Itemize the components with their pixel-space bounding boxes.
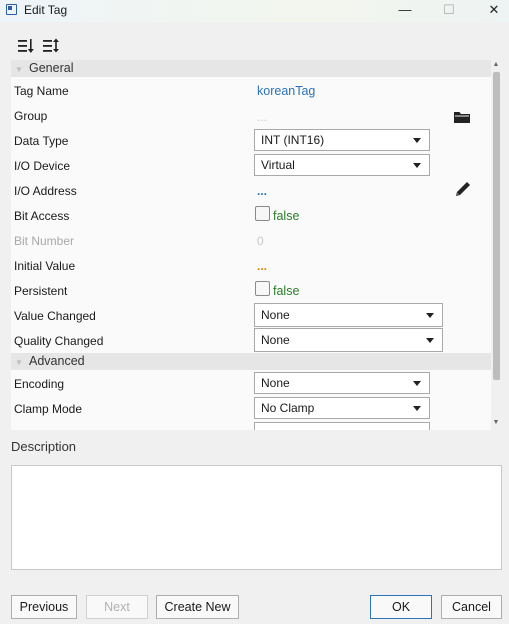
value-changed-select[interactable]: None xyxy=(254,303,443,327)
group-label: Group xyxy=(14,109,48,123)
chevron-down-icon xyxy=(413,163,421,168)
data-type-label: Data Type xyxy=(14,134,69,148)
chevron-down-icon xyxy=(413,406,421,411)
section-advanced-label: Advanced xyxy=(29,354,85,368)
io-device-select[interactable]: Virtual xyxy=(254,154,430,176)
app-icon xyxy=(6,4,17,15)
tag-name-value[interactable]: koreanTag xyxy=(257,84,315,98)
group-value[interactable]: ... xyxy=(257,110,267,124)
initial-value-value[interactable]: ... xyxy=(257,259,267,273)
encoding-select[interactable]: None xyxy=(254,372,430,394)
scroll-down-icon[interactable]: ▼ xyxy=(491,418,501,428)
chevron-down-icon xyxy=(426,338,434,343)
sort-categorized-icon[interactable] xyxy=(17,38,35,54)
collapse-icon: ▼ xyxy=(15,358,23,367)
previous-button[interactable]: Previous xyxy=(11,595,77,619)
tag-name-label: Tag Name xyxy=(14,84,69,98)
bit-access-label: Bit Access xyxy=(14,209,70,223)
initial-value-label: Initial Value xyxy=(14,259,76,273)
cancel-button[interactable]: Cancel xyxy=(441,595,502,619)
data-type-select-value: INT (INT16) xyxy=(261,133,325,147)
scroll-thumb[interactable] xyxy=(493,72,500,380)
clamp-mode-label: Clamp Mode xyxy=(14,402,83,416)
maximize-button: ☐ xyxy=(443,2,455,17)
description-label: Description xyxy=(11,439,77,454)
value-changed-label: Value Changed xyxy=(14,309,96,323)
bit-number-value: 0 xyxy=(257,234,264,248)
description-field[interactable] xyxy=(11,465,502,570)
quality-changed-select[interactable]: None xyxy=(254,328,443,352)
chevron-down-icon xyxy=(426,313,434,318)
minimize-button[interactable]: — xyxy=(383,0,427,22)
quality-changed-label: Quality Changed xyxy=(14,334,104,348)
quality-changed-select-value: None xyxy=(261,333,290,347)
window-title: Edit Tag xyxy=(24,3,68,17)
property-toolbar xyxy=(0,22,509,60)
value-changed-select-value: None xyxy=(261,308,290,322)
persistent-label: Persistent xyxy=(14,284,68,298)
folder-icon[interactable] xyxy=(454,111,470,123)
bit-access-checkbox[interactable] xyxy=(255,206,270,221)
chevron-down-icon xyxy=(413,381,421,386)
next-button[interactable]: Next xyxy=(86,595,148,619)
io-device-select-value: Virtual xyxy=(261,158,295,172)
encoding-label: Encoding xyxy=(14,377,65,391)
clamp-mode-select[interactable]: No Clamp xyxy=(254,397,430,419)
bit-number-label: Bit Number xyxy=(14,234,75,248)
section-advanced[interactable]: ▼ Advanced xyxy=(11,353,491,370)
pencil-icon[interactable] xyxy=(454,180,472,198)
encoding-select-value: None xyxy=(261,376,290,390)
chevron-down-icon xyxy=(413,138,421,143)
title-bar: Edit Tag — ☐ ✕ xyxy=(0,0,509,22)
bit-access-value: false xyxy=(273,209,300,223)
create-new-button[interactable]: Create New xyxy=(156,595,239,619)
io-device-label: I/O Device xyxy=(14,159,71,173)
persistent-checkbox[interactable] xyxy=(255,281,270,296)
property-grid: ▼ General Tag Name koreanTag Group ... D… xyxy=(11,60,491,430)
property-grid-scrollbar[interactable]: ▲ ▼ xyxy=(491,60,501,430)
io-address-label: I/O Address xyxy=(14,184,77,198)
section-general-label: General xyxy=(29,61,74,75)
ok-button[interactable]: OK xyxy=(370,595,432,619)
io-address-value[interactable]: ... xyxy=(257,184,267,198)
section-general[interactable]: ▼ General xyxy=(11,60,491,77)
clamp-mode-select-value: No Clamp xyxy=(261,401,315,415)
data-type-select[interactable]: INT (INT16) xyxy=(254,129,430,151)
close-button[interactable]: ✕ xyxy=(472,0,509,22)
persistent-value: false xyxy=(273,284,300,298)
sort-alphabetical-icon[interactable] xyxy=(42,38,60,54)
partial-select[interactable] xyxy=(254,422,430,430)
scroll-up-icon[interactable]: ▲ xyxy=(491,60,501,70)
collapse-icon: ▼ xyxy=(15,65,23,74)
